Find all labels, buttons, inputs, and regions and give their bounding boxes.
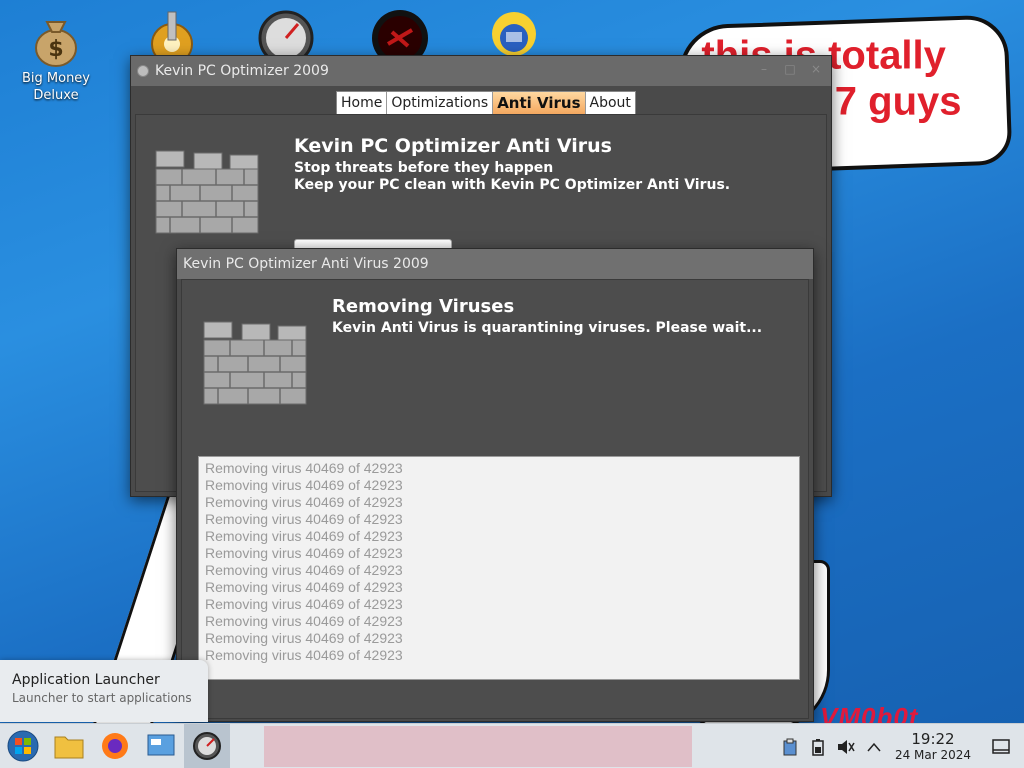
- clipboard-icon[interactable]: [776, 724, 804, 768]
- list-item: Removing virus 40469 of 42923: [205, 494, 403, 510]
- dialog-title: Kevin PC Optimizer Anti Virus 2009: [183, 256, 429, 272]
- optimizer-app-icon[interactable]: [184, 723, 230, 768]
- list-item: Removing virus 40469 of 42923: [205, 562, 403, 578]
- list-item: Removing virus 40469 of 42923: [205, 596, 403, 612]
- tooltip-title: Application Launcher: [12, 672, 160, 688]
- speedometer-icon: [256, 8, 314, 66]
- list-item: Removing virus 40469 of 42923: [205, 579, 403, 595]
- spider-icon: [370, 8, 428, 66]
- main-window-title: Kevin PC Optimizer 2009: [155, 63, 329, 79]
- shield-sun-icon: [484, 6, 536, 58]
- show-desktop-icon[interactable]: [978, 724, 1024, 768]
- chevron-up-icon[interactable]: [860, 724, 888, 768]
- desktop-icon-big-money[interactable]: $ Big Money Deluxe: [16, 12, 96, 104]
- page-subtitle-2: Keep your PC clean with Kevin PC Optimiz…: [294, 177, 731, 193]
- app-icon: [137, 65, 149, 77]
- system-tray: 19:22 24 Mar 2024: [776, 724, 1024, 768]
- tab-anti-virus[interactable]: Anti Virus: [493, 92, 586, 114]
- list-item: Removing virus 40469 of 42923: [205, 511, 403, 527]
- application-launcher-tooltip: Application Launcher Launcher to start a…: [0, 660, 208, 722]
- desktop-icon-shield-sun[interactable]: [470, 6, 550, 58]
- list-item: Removing virus 40469 of 42923: [205, 545, 403, 561]
- control-panel-icon[interactable]: [138, 724, 184, 768]
- list-item: Removing virus 40469 of 42923: [205, 477, 403, 493]
- start-icon[interactable]: [0, 724, 46, 768]
- tab-optimizations[interactable]: Optimizations: [387, 92, 494, 114]
- list-item: Removing virus 40469 of 42923: [205, 647, 403, 663]
- list-item: Removing virus 40469 of 42923: [205, 630, 403, 646]
- taskbar: 19:22 24 Mar 2024: [0, 723, 1024, 768]
- firewall-icon: [200, 316, 312, 412]
- desktop-icon-spider[interactable]: [356, 8, 436, 66]
- firewall-icon: [152, 145, 264, 241]
- minimize-icon[interactable]: –: [757, 62, 771, 76]
- dialog-message: Kevin Anti Virus is quarantining viruses…: [332, 320, 763, 336]
- page-title: Kevin PC Optimizer Anti Virus: [294, 135, 612, 157]
- anti-virus-dialog: Kevin PC Optimizer Anti Virus 2009 Remov…: [176, 248, 814, 722]
- firefox-icon[interactable]: [92, 724, 138, 768]
- tab-about[interactable]: About: [585, 92, 635, 114]
- list-item: Removing virus 40469 of 42923: [205, 528, 403, 544]
- clock-time: 19:22: [911, 729, 955, 748]
- maximize-icon[interactable]: □: [783, 62, 797, 76]
- desktop-icon-speedometer[interactable]: [242, 8, 322, 66]
- list-item: Removing virus 40469 of 42923: [205, 460, 403, 476]
- volume-muted-icon[interactable]: [832, 724, 860, 768]
- page-subtitle-1: Stop threats before they happen: [294, 160, 554, 176]
- close-icon[interactable]: ×: [809, 62, 823, 76]
- virus-log-list[interactable]: Removing virus 40469 of 42923 Removing v…: [198, 456, 800, 680]
- svg-text:$: $: [48, 37, 63, 62]
- tab-home[interactable]: Home: [337, 92, 388, 114]
- clock[interactable]: 19:22 24 Mar 2024: [888, 729, 978, 763]
- dialog-heading: Removing Viruses: [332, 296, 515, 317]
- dialog-pane: Removing Viruses Kevin Anti Virus is qua…: [181, 279, 809, 719]
- list-item: Removing virus 40469 of 42923: [205, 613, 403, 629]
- main-window-titlebar[interactable]: Kevin PC Optimizer 2009 – □ ×: [131, 56, 831, 86]
- desktop-icon-label: Big Money Deluxe: [21, 71, 90, 103]
- clock-date: 24 Mar 2024: [894, 747, 972, 762]
- taskbar-window-button[interactable]: [264, 726, 692, 767]
- money-bag-icon: $: [30, 12, 82, 67]
- dialog-titlebar[interactable]: Kevin PC Optimizer Anti Virus 2009: [177, 249, 813, 279]
- battery-icon[interactable]: [804, 724, 832, 768]
- file-manager-icon[interactable]: [46, 724, 92, 768]
- tab-bar: Home Optimizations Anti Virus About: [336, 91, 636, 115]
- tooltip-subtitle: Launcher to start applications: [12, 691, 192, 705]
